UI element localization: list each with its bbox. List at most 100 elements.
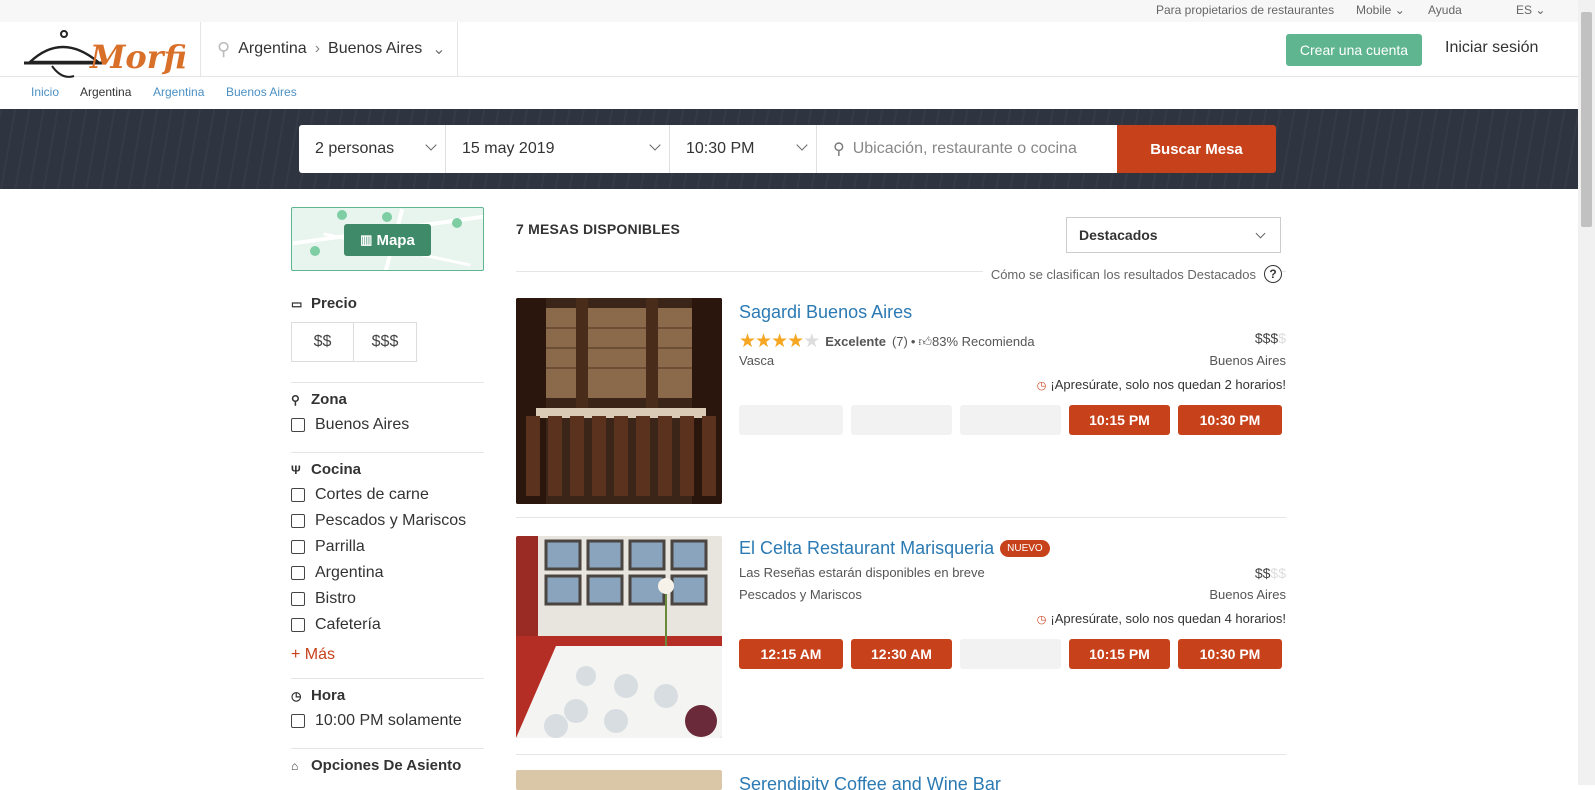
rating-row: ★★★★★ Excelente (7) • 👍︎ 83% Recomienda (739, 330, 1035, 353)
zone-title: Zona (311, 391, 347, 408)
language-selector[interactable]: ES ⌄ (1516, 3, 1545, 17)
hour-filter: ◷ Hora 10:00 PM solamente (291, 687, 484, 734)
clock-icon: ◷ (1036, 380, 1047, 392)
sort-value: Destacados (1079, 227, 1158, 243)
zone-label: Buenos Aires (315, 416, 410, 433)
availability-text: ¡Apresúrate, solo nos quedan 2 horarios! (1050, 377, 1286, 392)
top-utility-bar: Para propietarios de restaurantes Mobile… (0, 0, 1595, 22)
seat-icon: ⌂ (291, 758, 299, 773)
page-scrollbar[interactable] (1578, 0, 1595, 785)
checkbox-icon (291, 540, 305, 554)
availability-alert: ◷ ¡Apresúrate, solo nos quedan 4 horarios… (1037, 611, 1286, 626)
breadcrumb-country: Argentina (80, 85, 132, 99)
cuisine-label: Parrilla (315, 538, 365, 555)
restaurant-name[interactable]: Sagardi Buenos Aires (739, 302, 912, 323)
time-select[interactable]: 10:30 PM (670, 125, 817, 173)
help-link[interactable]: Ayuda (1428, 3, 1462, 17)
time-slot-button[interactable]: 10:15 PM (1069, 405, 1170, 435)
time-value: 10:30 PM (686, 140, 755, 157)
review-count[interactable]: (7) (892, 334, 908, 349)
cuisine-label: Argentina (315, 564, 384, 581)
chevron-down-icon (425, 139, 437, 151)
location-selector[interactable]: ⚲ Argentina › Buenos Aires ⌄ (200, 22, 458, 76)
divider (291, 382, 484, 383)
chevron-down-icon (649, 139, 661, 151)
login-link[interactable]: Iniciar sesión (1445, 39, 1538, 57)
sort-select[interactable]: Destacados (1066, 217, 1281, 253)
time-slot-button[interactable]: 12:30 AM (851, 639, 952, 669)
cuisine-label: Bistro (315, 590, 356, 607)
scrollbar-thumb[interactable] (1581, 12, 1592, 227)
breadcrumb-home[interactable]: Inicio (31, 85, 59, 99)
party-size-select[interactable]: 2 personas (299, 125, 446, 173)
chevron-down-icon: ⌄ (1394, 3, 1405, 17)
time-slot-button[interactable]: 10:30 PM (1178, 405, 1282, 435)
find-table-button[interactable]: Buscar Mesa (1117, 125, 1276, 173)
dot-separator: • (910, 334, 916, 349)
restaurant-name[interactable]: El Celta Restaurant Marisqueria NUEVO (739, 538, 1050, 559)
cuisine-checkbox[interactable]: Parrilla (291, 534, 484, 560)
reviews-pending: Las Reseñas estarán disponibles en breve (739, 565, 985, 580)
search-icon: ⚲ (833, 141, 845, 158)
price-level: $$$$ (1255, 330, 1286, 346)
recommend-text: 83% Recomienda (931, 334, 1035, 349)
breadcrumb-city[interactable]: Buenos Aires (226, 85, 297, 99)
money-icon: ▭ (291, 296, 303, 311)
mobile-label: Mobile (1356, 3, 1392, 17)
search-input[interactable]: ⚲ Ubicación, restaurante o cocina (817, 125, 1117, 173)
restaurant-photo[interactable] (516, 536, 722, 738)
restaurant-photo[interactable] (516, 770, 722, 790)
map-button[interactable]: ▥ Mapa (344, 224, 431, 256)
price-off: $ (1278, 330, 1286, 346)
cuisine-checkbox[interactable]: Pescados y Mariscos (291, 508, 484, 534)
cuisine-checkbox[interactable]: Cafetería (291, 612, 484, 638)
map-marker-icon (382, 212, 392, 222)
cuisine-checkbox[interactable]: Bistro (291, 586, 484, 612)
zone-checkbox[interactable]: Buenos Aires (291, 412, 484, 438)
restaurant-card: Serendipity Coffee and Wine Bar (516, 770, 1286, 790)
star-rating: ★★★★★ (739, 331, 820, 352)
date-value: 15 may 2019 (462, 140, 555, 157)
restaurant-name-text: El Celta Restaurant Marisqueria (739, 538, 995, 558)
fork-knife-icon: Ψ (291, 462, 301, 477)
price-option[interactable]: $$$ (354, 322, 417, 362)
price-filter: ▭ Precio $$ $$$ (291, 295, 484, 362)
chevron-right-icon: › (314, 40, 321, 57)
ranking-info[interactable]: Cómo se clasifican los resultados Destac… (982, 265, 1282, 283)
seating-filter-title: ⌂ Opciones De Asiento (291, 757, 484, 774)
checkbox-icon (291, 592, 305, 606)
cuisine-label: Pescados y Mariscos (315, 512, 467, 529)
ranking-info-text: Cómo se clasifican los resultados Destac… (990, 266, 1256, 282)
morfi-logo[interactable]: Morfi (22, 24, 192, 84)
time-slot-button[interactable]: 10:15 PM (1069, 639, 1170, 669)
restaurant-photo[interactable] (516, 298, 722, 504)
cuisine-label: Cortes de carne (315, 486, 429, 503)
cloche-icon: Morfi (24, 30, 187, 78)
create-account-button[interactable]: Crear una cuenta (1286, 34, 1422, 66)
breadcrumb: Inicio Argentina Argentina Buenos Aires (0, 77, 1595, 109)
time-slot-empty (960, 405, 1061, 435)
time-slot-empty (739, 405, 843, 435)
breadcrumb-region[interactable]: Argentina (153, 85, 204, 99)
map-preview[interactable]: ▥ Mapa (291, 207, 484, 271)
chevron-down-icon: ⌄ (432, 41, 446, 58)
more-cuisines-link[interactable]: + Más (291, 646, 484, 664)
availability-text: ¡Apresúrate, solo nos quedan 4 horarios! (1050, 611, 1286, 626)
restaurant-name[interactable]: Serendipity Coffee and Wine Bar (739, 774, 1001, 790)
chevron-down-icon (796, 139, 808, 151)
mobile-menu[interactable]: Mobile ⌄ (1356, 3, 1405, 17)
date-select[interactable]: 15 may 2019 (446, 125, 670, 173)
zone-filter: ⚲ Zona Buenos Aires (291, 391, 484, 438)
clock-icon: ◷ (291, 688, 302, 703)
cuisine-checkbox[interactable]: Cortes de carne (291, 482, 484, 508)
time-slot-button[interactable]: 10:30 PM (1178, 639, 1282, 669)
logo-text: Morfi (89, 38, 187, 76)
cuisine-type: Vasca (739, 353, 775, 368)
hour-checkbox[interactable]: 10:00 PM solamente (291, 708, 484, 734)
time-slot-button[interactable]: 12:15 AM (739, 639, 843, 669)
checkbox-icon (291, 488, 305, 502)
owners-link[interactable]: Para propietarios de restaurantes (1156, 3, 1334, 17)
price-option[interactable]: $$ (291, 322, 354, 362)
restaurant-card: El Celta Restaurant Marisqueria NUEVO Las… (516, 536, 1286, 746)
cuisine-checkbox[interactable]: Argentina (291, 560, 484, 586)
